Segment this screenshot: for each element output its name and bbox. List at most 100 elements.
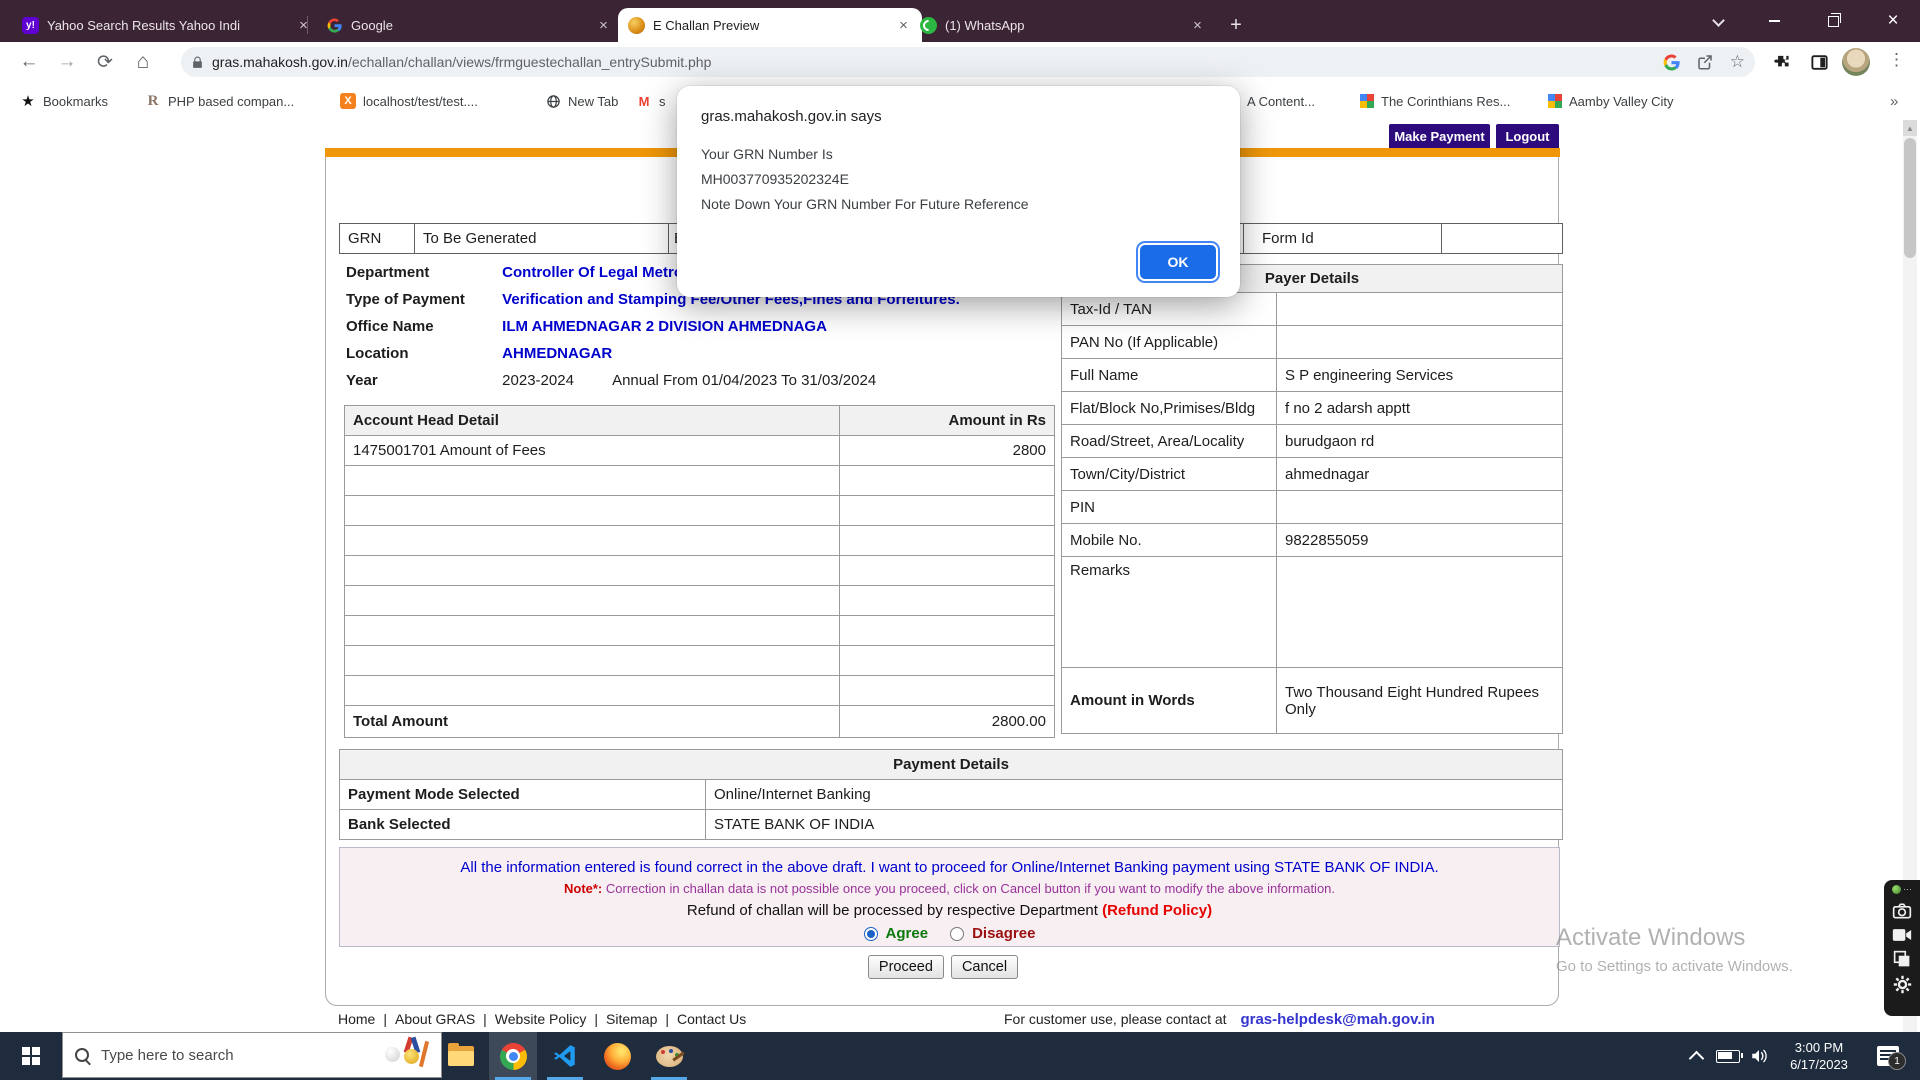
screen: Yahoo Search Results Yahoo Indi × Google… (0, 0, 1920, 1080)
payment-mode-value: Online/Internet Banking (706, 780, 1563, 810)
speaker-icon (1750, 1048, 1768, 1064)
empty-row (345, 586, 1055, 616)
contact-text: For customer use, please contact at (1004, 1011, 1227, 1027)
payer-label: Flat/Block No,Primises/Bldg (1062, 392, 1277, 425)
make-payment-button[interactable]: Make Payment (1389, 124, 1490, 148)
copy-window-icon[interactable] (1893, 950, 1911, 968)
footer-link-contact[interactable]: Contact Us (677, 1011, 746, 1027)
taskbar-paint[interactable] (645, 1032, 693, 1080)
proceed-button[interactable]: Proceed (868, 955, 944, 979)
window-maximize-button[interactable] (1807, 0, 1859, 42)
dialog-line3: Note Down Your GRN Number For Future Ref… (701, 192, 1029, 217)
helpdesk-email-link[interactable]: gras-helpdesk@mah.gov.in (1240, 1011, 1434, 1028)
payment-details-table: Payment Details Payment Mode Selected On… (339, 749, 1563, 840)
forward-icon[interactable]: → (52, 47, 82, 77)
extensions-puzzle-icon[interactable] (1772, 52, 1792, 72)
menu-dots-icon[interactable]: ⋮ (1888, 50, 1905, 70)
bookmark-new-tab[interactable]: New Tab (545, 90, 618, 112)
share-icon[interactable] (1696, 53, 1714, 71)
payer-value: f no 2 adarsh apptt (1277, 392, 1563, 425)
footer-link-website-policy[interactable]: Website Policy (495, 1011, 587, 1027)
address-bar[interactable]: gras.mahakosh.gov.in/echallan/challan/vi… (181, 47, 1755, 77)
bookmark-star-icon[interactable]: ☆ (1730, 52, 1745, 72)
taskbar-search[interactable]: Type here to search (62, 1032, 442, 1078)
disagree-radio[interactable] (950, 927, 964, 941)
info-row-office-name: Office Name ILM AHMEDNAGAR 2 DIVISION AH… (346, 318, 827, 342)
payer-value: S P engineering Services (1277, 359, 1563, 392)
bookmark-gmail-s[interactable]: s (636, 90, 666, 112)
info-value: ILM AHMEDNAGAR 2 DIVISION AHMEDNAGA (502, 318, 827, 335)
tab-whatsapp[interactable]: (1) WhatsApp × (910, 8, 1216, 42)
start-button[interactable] (0, 1032, 62, 1080)
refund-policy-link[interactable]: (Refund Policy) (1102, 902, 1212, 919)
google-lens-icon[interactable] (1663, 54, 1680, 71)
footer-link-home[interactable]: Home (338, 1011, 375, 1027)
footer-separator: | (483, 1011, 487, 1027)
bookmark-label: Aamby Valley City (1569, 94, 1674, 109)
taskbar-file-explorer[interactable] (437, 1032, 485, 1080)
tab-e-challan-preview[interactable]: E Challan Preview × (618, 8, 922, 42)
footer-link-about[interactable]: About GRAS (395, 1011, 475, 1027)
cancel-button[interactable]: Cancel (951, 955, 1018, 979)
scroll-up-arrow[interactable]: ▲ (1903, 120, 1917, 136)
camera-icon[interactable] (1892, 902, 1912, 920)
footer-link-sitemap[interactable]: Sitemap (606, 1011, 657, 1027)
taskbar-firefox[interactable] (593, 1032, 641, 1080)
back-icon[interactable]: ← (14, 47, 44, 77)
info-label: Year (346, 372, 498, 389)
home-icon[interactable]: ⌂ (128, 47, 158, 77)
info-row-department: Department Controller Of Legal Metro (346, 264, 683, 288)
side-panel-icon[interactable] (1810, 53, 1829, 72)
browser-tab-strip: Yahoo Search Results Yahoo Indi × Google… (0, 0, 1920, 42)
dialog-grn-number: MH003770935202324E (701, 167, 1029, 192)
bookmark-aamby-valley[interactable]: Aamby Valley City (1548, 90, 1674, 112)
new-tab-button[interactable]: + (1222, 11, 1250, 39)
window-minimize-button[interactable] (1748, 0, 1800, 42)
tray-show-hidden-icons[interactable] (1682, 1032, 1710, 1080)
settings-gear-icon[interactable] (1893, 975, 1912, 994)
echallan-favicon (628, 17, 645, 34)
taskbar-vscode[interactable] (541, 1032, 589, 1080)
medal-icon (404, 1049, 419, 1064)
tray-notifications[interactable]: 1 (1868, 1032, 1908, 1080)
bookmark-corinthians[interactable]: The Corinthians Res... (1360, 90, 1510, 112)
dialog-ok-button[interactable]: OK (1140, 245, 1216, 279)
video-record-icon[interactable] (1892, 927, 1912, 943)
tab-close-icon[interactable]: × (295, 17, 312, 34)
logout-button[interactable]: Logout (1496, 124, 1559, 148)
tab-yahoo[interactable]: Yahoo Search Results Yahoo Indi × (12, 8, 322, 42)
amount-in-words-value: Two Thousand Eight Hundred Rupees Only (1277, 668, 1563, 734)
bookmark-localhost-test[interactable]: localhost/test/test.... (340, 90, 478, 112)
paint-palette-icon (656, 1046, 683, 1067)
dialog-title: gras.mahakosh.gov.in says (701, 108, 882, 125)
bookmarks-overflow-chevron[interactable]: » (1890, 90, 1898, 112)
total-amount-value: 2800.00 (840, 706, 1055, 738)
bookmark-php-based[interactable]: PHP based compan... (145, 90, 294, 112)
tray-clock[interactable]: 3:00 PM 6/17/2023 (1776, 1032, 1862, 1080)
bookmark-a-content[interactable]: A Content... (1247, 90, 1315, 112)
firefox-icon (604, 1043, 631, 1070)
taskbar-chrome[interactable] (489, 1032, 537, 1080)
tab-google[interactable]: Google × (316, 8, 622, 42)
dialog-line1: Your GRN Number Is (701, 142, 1029, 167)
payer-label: Mobile No. (1062, 524, 1277, 557)
reload-icon[interactable]: ⟳ (90, 47, 120, 77)
tab-search-chevron-icon[interactable] (1714, 16, 1724, 26)
google-favicon (326, 17, 343, 34)
capture-menu-icon[interactable]: ⋯ (1892, 884, 1912, 895)
agreement-radios: Agree Disagree (340, 925, 1559, 942)
footer-links: Home | About GRAS | Website Policy | Sit… (338, 1011, 746, 1027)
scrollbar-thumb[interactable] (1904, 138, 1916, 258)
tab-close-icon[interactable]: × (595, 17, 612, 34)
tray-volume[interactable] (1744, 1032, 1774, 1080)
lock-icon (191, 55, 204, 70)
bookmark-bookmarks[interactable]: ★ Bookmarks (20, 90, 108, 112)
window-close-button[interactable]: × (1866, 0, 1920, 42)
tab-label: Yahoo Search Results Yahoo Indi (47, 18, 287, 33)
tab-label: (1) WhatsApp (945, 18, 1181, 33)
agree-radio[interactable] (864, 927, 878, 941)
profile-avatar[interactable] (1842, 48, 1870, 76)
agreement-note: Note*: Correction in challan data is not… (340, 881, 1559, 896)
tab-close-icon[interactable]: × (1189, 17, 1206, 34)
tray-battery[interactable] (1712, 1032, 1744, 1080)
